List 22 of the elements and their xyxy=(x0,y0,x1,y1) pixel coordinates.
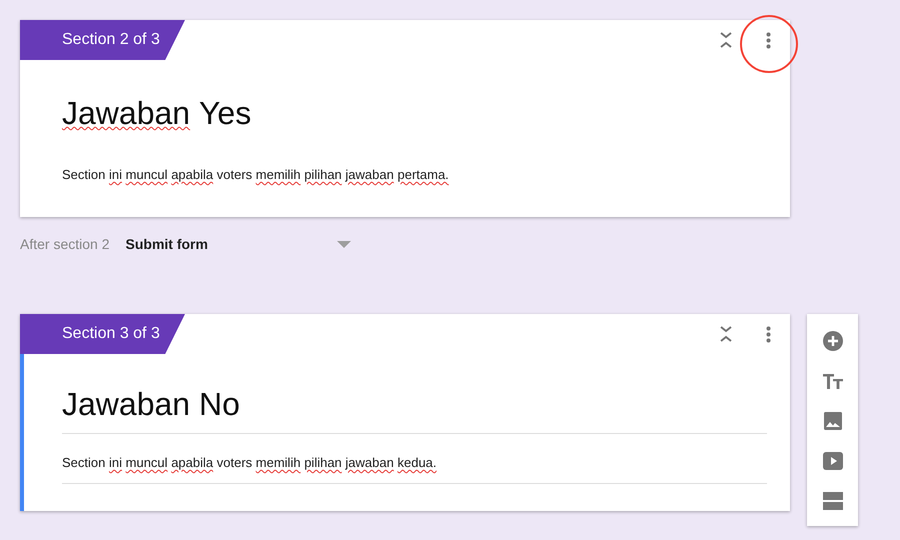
section-icon xyxy=(822,492,842,510)
section-description[interactable]: Section ini muncul apabila voters memilih pilihan jawaban kedua. xyxy=(62,454,767,484)
collapse-icon xyxy=(720,326,732,342)
play-icon xyxy=(822,452,842,470)
section-tool-button[interactable] xyxy=(822,490,844,512)
after-section-dropdown[interactable]: Submit form xyxy=(126,236,350,252)
section-badge: Section 2 of 3 xyxy=(20,20,185,60)
collapse-icon xyxy=(720,32,732,48)
more-icon xyxy=(766,326,770,342)
more-icon xyxy=(766,32,770,48)
image-tool-button[interactable] xyxy=(822,410,844,432)
text-size-icon xyxy=(822,373,842,389)
after-section-label: After section 2 xyxy=(20,236,110,252)
section-description: Section ini muncul apabila voters memilih pilihan jawaban pertama. xyxy=(62,166,450,184)
section-badge: Section 3 of 3 xyxy=(20,314,185,354)
section-title: Jawaban Yes xyxy=(62,94,252,133)
video-tool-button[interactable] xyxy=(822,450,844,472)
add-icon xyxy=(822,331,842,351)
add-tool-button[interactable] xyxy=(822,330,844,352)
caret-icon xyxy=(336,240,350,248)
section-title[interactable]: Jawaban No xyxy=(62,384,767,434)
image-icon xyxy=(824,412,842,430)
